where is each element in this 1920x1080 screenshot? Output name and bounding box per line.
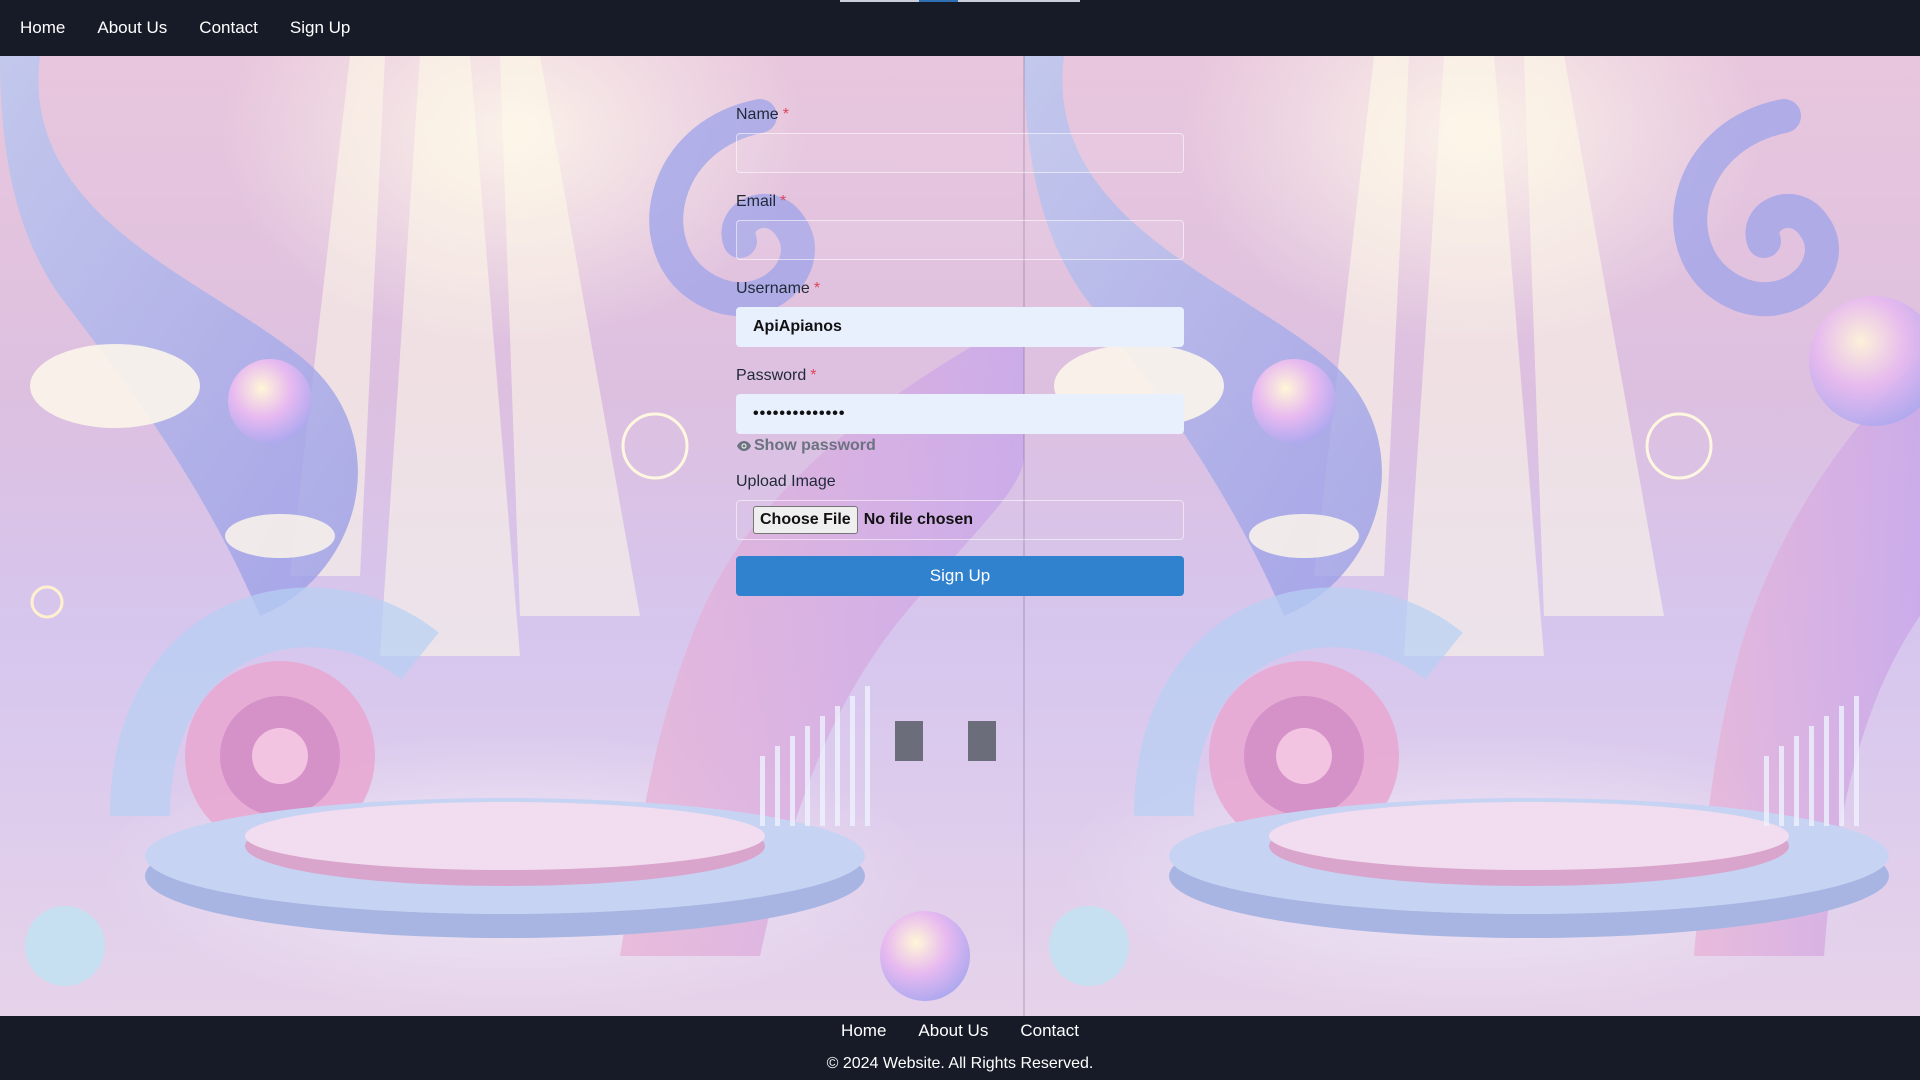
password-required-mark: *: [810, 367, 817, 384]
show-password-label: Show password: [754, 437, 876, 454]
password-label-text: Password: [736, 367, 807, 384]
upload-label: Upload Image: [736, 473, 836, 490]
footer-contact-link[interactable]: Contact: [1020, 1018, 1079, 1054]
name-required-mark: *: [782, 106, 789, 123]
email-required-mark: *: [780, 193, 787, 210]
username-label-text: Username: [736, 280, 810, 297]
username-group: Username *: [736, 280, 1184, 347]
signup-form: Name* Email* Username* Password* Show pa…: [736, 106, 1184, 596]
name-label: Name *: [736, 106, 1184, 124]
choose-file-button[interactable]: Choose File: [753, 506, 858, 534]
footer: Home About Us Contact © 2024 Website. Al…: [0, 1016, 1920, 1080]
email-label-text: Email: [736, 193, 777, 210]
password-group: Password* Show password: [736, 367, 1184, 455]
email-input[interactable]: [736, 220, 1184, 260]
file-upload-input[interactable]: Choose File No file chosen: [736, 500, 1184, 540]
loading-progress-fill: [919, 0, 958, 2]
eye-icon: [737, 441, 751, 451]
file-status-text: No file chosen: [863, 511, 974, 528]
footer-home-link[interactable]: Home: [841, 1018, 886, 1054]
signup-submit-button[interactable]: Sign Up: [736, 556, 1184, 596]
show-password-toggle[interactable]: Show password: [736, 437, 1184, 455]
footer-about-link[interactable]: About Us: [918, 1018, 988, 1054]
email-label: Email *: [736, 193, 1184, 211]
name-label-text: Name: [736, 106, 779, 123]
password-label: Password *: [736, 367, 1184, 385]
username-required-mark: *: [813, 280, 821, 297]
nav-signup-link[interactable]: Sign Up: [290, 18, 350, 38]
username-input[interactable]: [736, 307, 1184, 347]
password-input[interactable]: [736, 394, 1184, 434]
upload-group: Upload Image Choose File No file chosen: [736, 473, 1184, 540]
name-group: Name *: [736, 106, 1184, 173]
loading-progress-bar: [840, 0, 1080, 2]
top-nav: Home About Us Contact Sign Up: [0, 0, 1920, 56]
username-label: Username *: [736, 280, 1184, 298]
footer-links: Home About Us Contact: [0, 1016, 1920, 1054]
copyright-text: © 2024 Website. All Rights Reserved.: [826, 1055, 1094, 1072]
email-group: Email *: [736, 193, 1184, 260]
nav-about-link[interactable]: About Us: [97, 18, 167, 38]
nav-contact-link[interactable]: Contact: [199, 18, 258, 38]
nav-home-link[interactable]: Home: [20, 18, 65, 38]
name-input[interactable]: [736, 133, 1184, 173]
